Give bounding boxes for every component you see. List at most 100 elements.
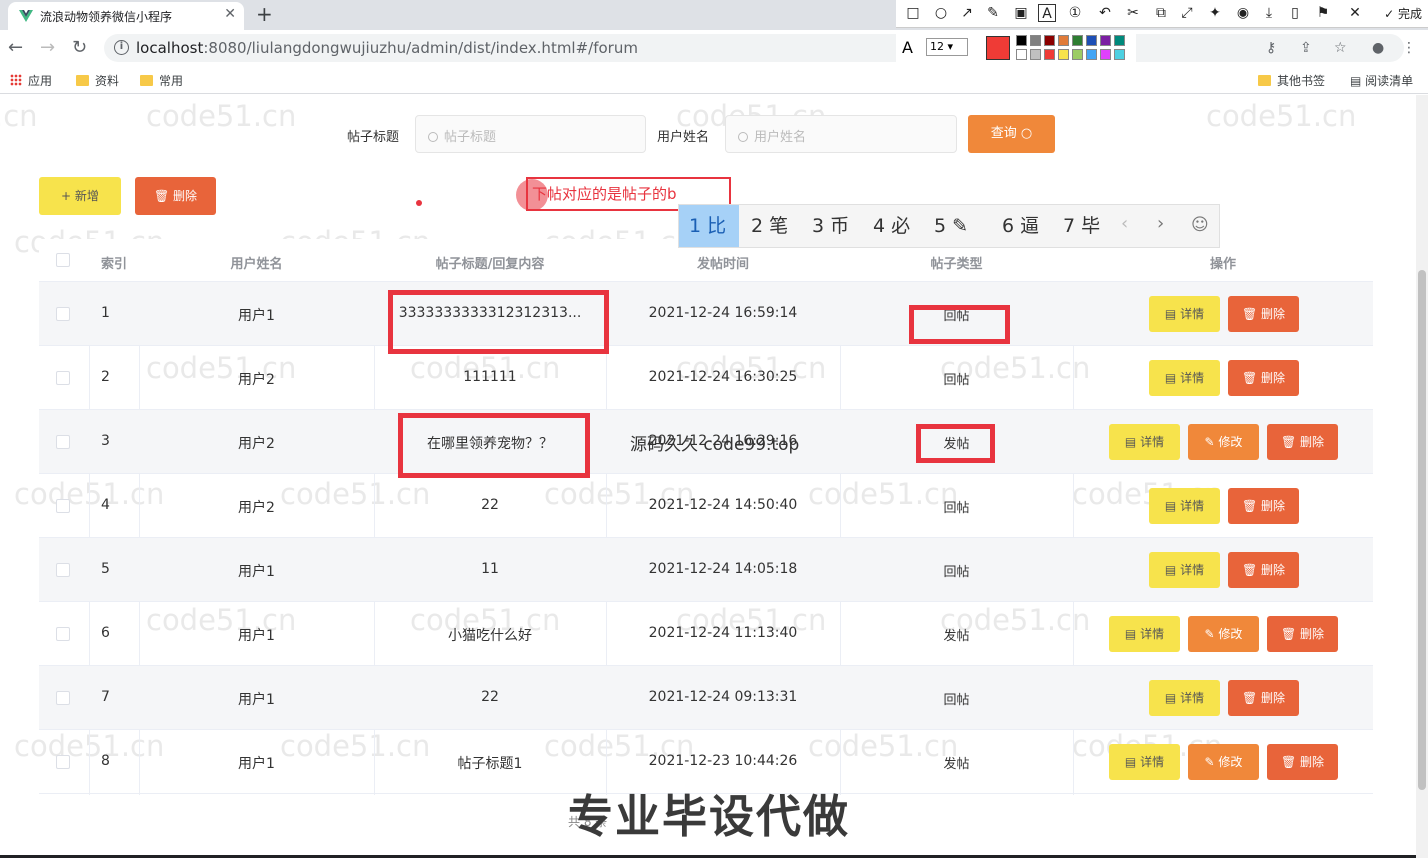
phone-icon[interactable]: ▯ (1286, 4, 1304, 22)
detail-button[interactable]: ▤ 详情 (1149, 360, 1220, 396)
row-checkbox[interactable] (56, 563, 70, 577)
color-swatch[interactable] (1030, 35, 1041, 46)
color-swatch[interactable] (1086, 49, 1097, 60)
mosaic-tool-icon[interactable]: ▣ (1012, 4, 1030, 22)
select-all-checkbox[interactable] (56, 253, 70, 267)
color-swatch[interactable] (1058, 49, 1069, 60)
ime-candidate[interactable]: 2 笔 (751, 205, 788, 247)
detail-button[interactable]: ▤ 详情 (1149, 488, 1220, 524)
close-tab-icon[interactable]: ✕ (224, 6, 236, 22)
row-checkbox[interactable] (56, 307, 70, 321)
row-checkbox[interactable] (56, 627, 70, 641)
pin-icon[interactable]: ✦ (1206, 4, 1224, 22)
detail-button[interactable]: ▤ 详情 (1109, 616, 1180, 652)
color-swatch[interactable] (1072, 49, 1083, 60)
detail-button[interactable]: ▤ 详情 (1109, 424, 1180, 460)
bookmark-apps[interactable]: 应用 (10, 72, 52, 89)
number-tool-icon[interactable]: ① (1066, 4, 1084, 22)
expand-icon[interactable]: ⤢ (1178, 4, 1196, 22)
edit-button[interactable]: ✎ 修改 (1188, 616, 1259, 652)
ime-candidate[interactable]: 7 毕 (1063, 205, 1100, 247)
info-icon[interactable]: i (114, 40, 129, 55)
address-bar[interactable]: i localhost:8080/liulangdongwujiuzhu/adm… (104, 34, 1416, 62)
font-size-select[interactable]: 12 ▾ (926, 38, 968, 56)
copy-icon[interactable]: ⧉ (1152, 4, 1170, 22)
scroll-thumb[interactable] (1418, 270, 1426, 790)
color-swatch[interactable] (1114, 35, 1125, 46)
ime-candidate[interactable]: 3 币 (812, 205, 849, 247)
record-icon[interactable]: ◉ (1234, 4, 1252, 22)
row-checkbox[interactable] (56, 691, 70, 705)
delete-button[interactable]: 🗑 删除 (1228, 360, 1299, 396)
chevron-left-icon[interactable]: ‹ (1121, 213, 1128, 234)
row-checkbox[interactable] (56, 435, 70, 449)
row-checkbox[interactable] (56, 499, 70, 513)
circle-tool-icon[interactable]: ○ (932, 4, 950, 22)
menu-icon[interactable]: ⋮ (1402, 40, 1416, 56)
pen-tool-icon[interactable]: ✎ (984, 4, 1002, 22)
page-scrollbar[interactable] (1416, 95, 1428, 858)
color-swatch[interactable] (1016, 35, 1027, 46)
color-swatch[interactable] (1044, 35, 1055, 46)
ime-candidate[interactable]: 1 比 (679, 205, 739, 247)
back-icon[interactable]: ← (8, 37, 23, 58)
color-swatch[interactable] (1016, 49, 1027, 60)
bulk-delete-button[interactable]: 🗑 删除 (135, 177, 216, 215)
query-button[interactable]: 查询 ○ (968, 115, 1055, 153)
color-swatch[interactable] (1100, 49, 1111, 60)
share-icon[interactable]: ⇪ (1300, 40, 1312, 56)
current-color-swatch[interactable] (986, 36, 1010, 60)
ime-candidate[interactable]: 5 ✎ (934, 205, 968, 247)
color-swatch[interactable] (1114, 49, 1125, 60)
title-search-input[interactable]: 帖子标题 (415, 115, 646, 153)
row-content: 22 (481, 689, 499, 705)
delete-button[interactable]: 🗑 删除 (1228, 680, 1299, 716)
edit-button[interactable]: ✎ 修改 (1188, 744, 1259, 780)
forward-icon[interactable]: → (40, 37, 55, 58)
color-swatch[interactable] (1072, 35, 1083, 46)
color-swatch[interactable] (1058, 35, 1069, 46)
row-checkbox[interactable] (56, 755, 70, 769)
color-swatch[interactable] (1044, 49, 1055, 60)
row-checkbox[interactable] (56, 371, 70, 385)
color-swatch[interactable] (1100, 35, 1111, 46)
emoji-icon[interactable]: ☺ (1191, 215, 1209, 235)
chevron-right-icon[interactable]: › (1157, 213, 1164, 234)
user-search-input[interactable]: 用户姓名 (725, 115, 957, 153)
bookmark-other[interactable]: 其他书签 (1258, 72, 1325, 89)
close-icon[interactable]: ✕ (1346, 4, 1364, 22)
bookmark-icon[interactable]: ⚑ (1314, 4, 1332, 22)
download-icon[interactable]: ⤓ (1260, 4, 1278, 22)
add-button[interactable]: + 新增 (39, 177, 121, 215)
arrow-tool-icon[interactable]: ↗ (958, 4, 976, 22)
new-tab-icon[interactable]: + (256, 2, 273, 26)
star-icon[interactable]: ☆ (1334, 40, 1347, 56)
detail-button[interactable]: ▤ 详情 (1109, 744, 1180, 780)
detail-button[interactable]: ▤ 详情 (1149, 552, 1220, 588)
key-icon[interactable]: ⚷ (1266, 40, 1276, 56)
text-tool-icon[interactable]: A (1038, 4, 1056, 22)
profile-icon[interactable]: ● (1372, 40, 1384, 56)
undo-icon[interactable]: ↶ (1096, 4, 1114, 22)
delete-button[interactable]: 🗑 删除 (1228, 552, 1299, 588)
ime-candidate[interactable]: 4 必 (873, 205, 910, 247)
edit-button[interactable]: ✎ 修改 (1188, 424, 1259, 460)
detail-button[interactable]: ▤ 详情 (1149, 296, 1220, 332)
delete-button[interactable]: 🗑 删除 (1267, 744, 1338, 780)
delete-button[interactable]: 🗑 删除 (1228, 488, 1299, 524)
delete-button[interactable]: 🗑 删除 (1267, 616, 1338, 652)
detail-button[interactable]: ▤ 详情 (1149, 680, 1220, 716)
bookmark-folder[interactable]: 资料 (76, 72, 119, 89)
ime-candidate[interactable]: 6 逼 (1002, 205, 1039, 247)
reading-list[interactable]: ▤ 阅读清单 (1350, 72, 1413, 89)
browser-tab[interactable]: 流浪动物领养微信小程序 ✕ (8, 2, 244, 30)
scissors-icon[interactable]: ✂ (1124, 4, 1142, 22)
color-swatch[interactable] (1086, 35, 1097, 46)
delete-button[interactable]: 🗑 删除 (1228, 296, 1299, 332)
rectangle-tool-icon[interactable]: □ (904, 4, 922, 22)
reload-icon[interactable]: ↻ (72, 37, 87, 58)
done-button[interactable]: ✓ 完成 (1384, 5, 1422, 22)
delete-button[interactable]: 🗑 删除 (1267, 424, 1338, 460)
color-swatch[interactable] (1030, 49, 1041, 60)
bookmark-folder[interactable]: 常用 (140, 72, 183, 89)
